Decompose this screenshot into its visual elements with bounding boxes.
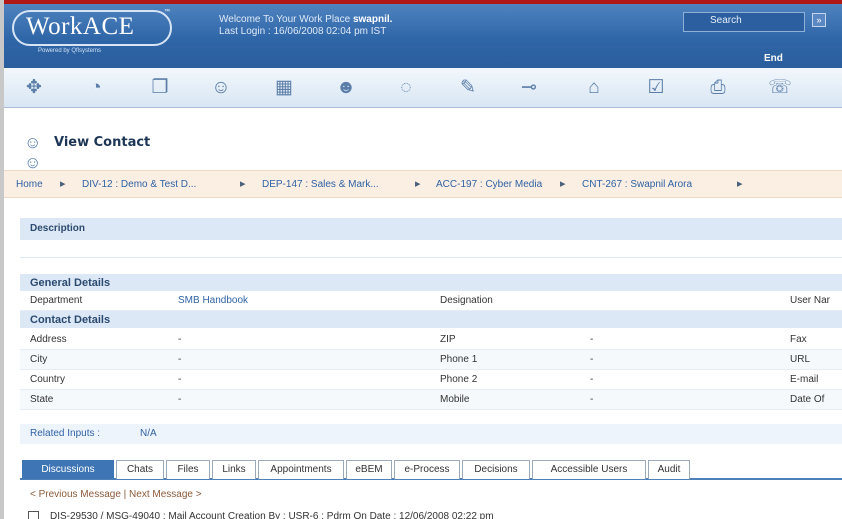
dashboard-icon[interactable]: ◔ <box>84 76 108 100</box>
page-root: WorkACE ™ Powered by Qflsystems Welcome … <box>0 0 842 519</box>
contact-row: State - Mobile - Date Of <box>20 390 842 410</box>
contact-icon[interactable]: ☻ <box>334 76 358 100</box>
tab-eprocess[interactable]: e-Process <box>394 460 460 479</box>
department-value[interactable]: SMB Handbook <box>178 295 248 306</box>
department-label: Department <box>30 295 83 306</box>
app-header: WorkACE ™ Powered by Qflsystems Welcome … <box>4 4 842 68</box>
username-label: User Nar <box>790 295 831 306</box>
address-value: - <box>178 334 182 345</box>
related-inputs-row: Related Inputs : N/A <box>20 424 842 444</box>
phone1-label: Phone 1 <box>440 354 478 365</box>
zip-value: - <box>590 334 594 345</box>
designation-label: Designation <box>440 295 493 306</box>
search-input[interactable]: Search <box>683 12 805 32</box>
email-label: E-mail <box>790 374 819 385</box>
contact-details-heading: Contact Details <box>30 314 111 326</box>
description-body <box>20 240 842 258</box>
contact-details-header: Contact Details <box>20 311 842 328</box>
general-details-row: Department SMB Handbook Designation User… <box>20 291 842 311</box>
page-title: View Contact <box>54 135 151 150</box>
tab-discussions[interactable]: Discussions <box>22 460 114 479</box>
phone1-value: - <box>590 354 594 365</box>
breadcrumb-division[interactable]: DIV-12 : Demo & Test D... <box>82 179 196 190</box>
state-value: - <box>178 394 182 405</box>
workace-logo[interactable]: WorkACE ™ <box>12 9 172 46</box>
tab-audit[interactable]: Audit <box>648 460 690 479</box>
logo-text: WorkACE <box>26 13 135 40</box>
mobile-value: - <box>590 394 594 405</box>
phone2-value: - <box>590 374 594 385</box>
description-section-header: Description <box>20 218 842 240</box>
contact-row: Country - Phone 2 - E-mail <box>20 370 842 390</box>
welcome-username: swapnil. <box>352 14 393 25</box>
breadcrumb-separator: ▸ <box>415 178 421 190</box>
main-toolbar: ✥ ◔ ❐ ☺ ▦ ☻ ◌ ✎ ⊸ ⌂ ☑ ⎙ ☏ <box>4 68 842 108</box>
last-login: Last Login : 16/06/2008 02:04 pm IST <box>219 26 387 37</box>
phone2-label: Phone 2 <box>440 374 478 385</box>
breadcrumb-contact[interactable]: CNT-267 : Swapnil Arora <box>582 179 692 190</box>
zip-label: ZIP <box>440 334 456 345</box>
mobile-label: Mobile <box>440 394 470 405</box>
country-label: Country <box>30 374 66 385</box>
tab-bar: Discussions Chats Files Links Appointmen… <box>20 458 842 480</box>
breadcrumb-separator: ▸ <box>240 178 246 190</box>
logo-trademark: ™ <box>164 9 170 15</box>
tab-files[interactable]: Files <box>166 460 210 479</box>
search-go-button[interactable]: » <box>812 13 826 27</box>
building-icon[interactable]: ⌂ <box>582 76 606 100</box>
contacts-icon: ☺☺ <box>24 133 42 172</box>
logo-tagline: Powered by Qflsystems <box>38 48 102 54</box>
related-inputs-value[interactable]: N/A <box>140 428 157 439</box>
contact-row: Address - ZIP - Fax <box>20 330 842 350</box>
compass-icon[interactable]: ✥ <box>22 76 46 100</box>
description-heading: Description <box>30 223 86 234</box>
tab-decisions[interactable]: Decisions <box>462 460 530 479</box>
fax-label: Fax <box>790 334 807 345</box>
general-details-header: General Details <box>20 274 842 291</box>
breadcrumb-separator: ▸ <box>737 178 743 190</box>
report-icon[interactable]: ☑ <box>644 76 668 100</box>
documents-icon[interactable]: ❐ <box>148 76 172 100</box>
chat-icon[interactable]: ◌ <box>394 76 418 100</box>
plug-icon[interactable]: ⊸ <box>517 76 541 100</box>
city-label: City <box>30 354 48 365</box>
tab-links[interactable]: Links <box>212 460 256 479</box>
page-title-row: ☺☺ View Contact <box>4 122 842 172</box>
contact-row: City - Phone 1 - URL <box>20 350 842 370</box>
tab-accessible-users[interactable]: Accessible Users <box>532 460 646 479</box>
message-navigation[interactable]: < Previous Message | Next Message > <box>30 489 202 500</box>
breadcrumb-home[interactable]: Home <box>16 179 43 190</box>
city-value: - <box>178 354 182 365</box>
address-label: Address <box>30 334 67 345</box>
tab-chats[interactable]: Chats <box>116 460 164 479</box>
calendar-icon[interactable]: ▦ <box>272 76 296 100</box>
message-checkbox[interactable] <box>28 511 39 519</box>
welcome-prefix: Welcome To Your Work Place <box>219 14 353 25</box>
tab-appointments[interactable]: Appointments <box>258 460 344 479</box>
country-value: - <box>178 374 182 385</box>
print-icon[interactable]: ⎙ <box>706 76 730 100</box>
people-chat-icon[interactable]: ☏ <box>768 76 792 100</box>
breadcrumb-separator: ▸ <box>560 178 566 190</box>
end-session-link[interactable]: End <box>764 53 783 64</box>
breadcrumb-separator: ▸ <box>60 178 66 190</box>
date-of-label: Date Of <box>790 394 825 405</box>
url-label: URL <box>790 354 811 365</box>
state-label: State <box>30 394 54 405</box>
message-text[interactable]: DIS-29530 / MSG-49040 : Mail Account Cre… <box>50 511 494 519</box>
note-icon[interactable]: ✎ <box>456 76 480 100</box>
breadcrumb: Home ▸ DIV-12 : Demo & Test D... ▸ DEP-1… <box>4 170 842 198</box>
breadcrumb-account[interactable]: ACC-197 : Cyber Media <box>436 179 542 190</box>
tab-ebem[interactable]: eBEM <box>346 460 392 479</box>
users-icon[interactable]: ☺ <box>209 76 233 100</box>
welcome-message: Welcome To Your Work Place swapnil. Last… <box>219 14 392 38</box>
general-details-heading: General Details <box>30 277 111 289</box>
related-inputs-label: Related Inputs : <box>30 428 101 439</box>
breadcrumb-department[interactable]: DEP-147 : Sales & Mark... <box>262 179 379 190</box>
message-row[interactable]: DIS-29530 / MSG-49040 : Mail Account Cre… <box>20 508 842 519</box>
